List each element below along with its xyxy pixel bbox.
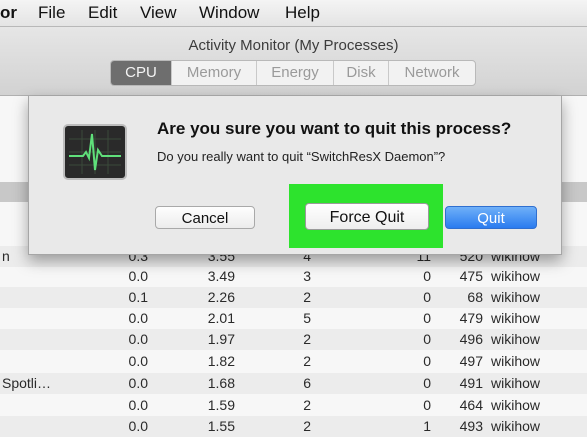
cpu-value: 0.0 — [128, 331, 148, 347]
view-tabs: CPU Memory Energy Disk Network — [110, 60, 476, 86]
cancel-button[interactable]: Cancel — [155, 206, 255, 229]
threads-value: 2 — [303, 353, 311, 369]
table-row[interactable]: 0.0 2.01 5 0 479 wikihow — [0, 308, 587, 329]
idle-wakeups-value: 0 — [423, 375, 431, 391]
pid-value: 464 — [459, 397, 483, 413]
user-value: wikihow — [491, 268, 541, 284]
cpu-value: 0.0 — [128, 397, 148, 413]
menu-edit[interactable]: Edit — [88, 3, 117, 23]
process-name: Spotli… — [2, 375, 52, 391]
table-row[interactable]: 0.0 1.82 2 0 497 wikihow — [0, 351, 587, 372]
idle-wakeups-value: 0 — [423, 353, 431, 369]
table-row[interactable]: 0.0 3.49 3 0 475 wikihow — [0, 266, 587, 287]
cpu-value: 0.0 — [128, 353, 148, 369]
process-name: n — [2, 248, 10, 264]
menu-file[interactable]: File — [38, 3, 65, 23]
cpu-value: 0.0 — [128, 310, 148, 326]
idle-wakeups-value: 0 — [423, 397, 431, 413]
user-value: wikihow — [491, 397, 541, 413]
table-row[interactable]: 0.0 1.55 2 1 493 wikihow — [0, 416, 587, 437]
dialog-message: Do you really want to quit “SwitchResX D… — [157, 149, 446, 164]
user-value: wikihow — [491, 310, 541, 326]
cpu-time-value: 1.68 — [207, 375, 235, 391]
heartbeat-graph-icon — [69, 130, 121, 174]
tab-network[interactable]: Network — [389, 61, 475, 85]
force-quit-button[interactable]: Force Quit — [305, 203, 429, 230]
threads-value: 2 — [303, 397, 311, 413]
tab-cpu[interactable]: CPU — [111, 61, 172, 85]
cpu-time-value: 1.59 — [207, 397, 235, 413]
menu-bar: or File Edit View Window Help — [0, 0, 587, 27]
table-row[interactable]: Spotli… 0.0 1.68 6 0 491 wikihow — [0, 373, 587, 394]
table-row[interactable]: 0.0 1.59 2 0 464 wikihow — [0, 395, 587, 416]
activity-monitor-icon — [63, 124, 127, 180]
dialog-title: Are you sure you want to quit this proce… — [157, 119, 512, 138]
app-menu[interactable]: or — [0, 3, 17, 23]
user-value: wikihow — [491, 289, 541, 305]
threads-value: 2 — [303, 331, 311, 347]
threads-value: 3 — [303, 268, 311, 284]
pid-value: 475 — [459, 268, 483, 284]
pid-value: 479 — [459, 310, 483, 326]
menu-view[interactable]: View — [140, 3, 177, 23]
quit-confirmation-dialog: Are you sure you want to quit this proce… — [28, 96, 562, 255]
window-title: Activity Monitor (My Processes) — [188, 37, 399, 54]
menu-help[interactable]: Help — [285, 3, 320, 23]
idle-wakeups-value: 0 — [423, 289, 431, 305]
pid-value: 497 — [459, 353, 483, 369]
cpu-time-value: 1.97 — [207, 331, 235, 347]
threads-value: 6 — [303, 375, 311, 391]
tab-memory[interactable]: Memory — [172, 61, 257, 85]
user-value: wikihow — [491, 353, 541, 369]
tab-disk[interactable]: Disk — [334, 61, 389, 85]
idle-wakeups-value: 0 — [423, 310, 431, 326]
user-value: wikihow — [491, 375, 541, 391]
user-value: wikihow — [491, 331, 541, 347]
pid-value: 491 — [459, 375, 483, 391]
menu-window[interactable]: Window — [199, 3, 259, 23]
table-row[interactable]: 0.1 2.26 2 0 68 wikihow — [0, 287, 587, 308]
table-row[interactable]: 0.0 1.97 2 0 496 wikihow — [0, 329, 587, 350]
cpu-time-value: 1.82 — [207, 353, 235, 369]
pid-value: 68 — [467, 289, 483, 305]
pid-value: 496 — [459, 331, 483, 347]
threads-value: 5 — [303, 310, 311, 326]
cpu-value: 0.0 — [128, 268, 148, 284]
threads-value: 2 — [303, 289, 311, 305]
cpu-time-value: 2.26 — [207, 289, 235, 305]
tab-energy[interactable]: Energy — [257, 61, 334, 85]
idle-wakeups-value: 0 — [423, 268, 431, 284]
cpu-value: 0.1 — [128, 289, 148, 305]
cpu-time-value: 3.49 — [207, 268, 235, 284]
quit-button[interactable]: Quit — [445, 206, 537, 229]
window-titlebar: Activity Monitor (My Processes) CPU Memo… — [0, 27, 587, 96]
cpu-value: 0.0 — [128, 375, 148, 391]
idle-wakeups-value: 0 — [423, 331, 431, 347]
cpu-time-value: 2.01 — [207, 310, 235, 326]
